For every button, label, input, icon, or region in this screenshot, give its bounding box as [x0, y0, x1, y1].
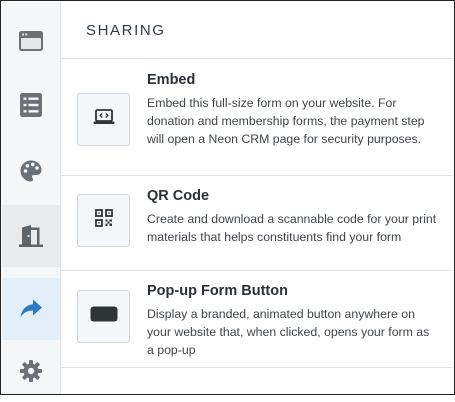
gear-icon	[19, 359, 43, 383]
qr-code-option[interactable]: QR Code Create and download a scannable …	[61, 176, 453, 271]
page-title: SHARING	[86, 22, 166, 39]
sidebar-item-form-fields[interactable]	[2, 74, 60, 136]
button-icon	[90, 306, 118, 327]
qr-code-title: QR Code	[147, 188, 210, 204]
main-panel: SHARING Embed Embed this full-size form …	[61, 2, 453, 393]
share-arrow-icon	[19, 298, 43, 320]
popup-button-option[interactable]: Pop-up Form Button Display a branded, an…	[61, 271, 453, 368]
sidebar	[2, 2, 61, 394]
popup-button-title: Pop-up Form Button	[147, 283, 288, 299]
sidebar-item-sharing[interactable]	[2, 278, 60, 340]
sidebar-item-settings[interactable]	[2, 340, 60, 402]
popup-button-description: Display a branded, animated button anywh…	[147, 307, 430, 357]
embed-title: Embed	[147, 72, 196, 88]
palette-icon	[19, 159, 43, 183]
browser-window-icon	[18, 30, 44, 52]
embed-option[interactable]: Embed Embed this full-size form on your …	[61, 60, 453, 176]
list-icon	[19, 92, 43, 118]
sidebar-item-confirmation[interactable]	[2, 205, 60, 267]
popup-button-icon-box	[77, 290, 130, 343]
sidebar-item-design[interactable]	[2, 140, 60, 202]
qr-code-icon	[94, 209, 113, 232]
embed-description: Embed this full-size form on your websit…	[147, 96, 425, 146]
embed-icon-box	[77, 93, 130, 146]
qr-code-description: Create and download a scannable code for…	[147, 212, 437, 244]
app-frame: SHARING Embed Embed this full-size form …	[0, 0, 455, 395]
sidebar-item-page-settings[interactable]	[2, 10, 60, 72]
panel-header: SHARING	[61, 2, 453, 59]
laptop-code-icon	[93, 109, 115, 130]
door-exit-icon	[18, 224, 44, 248]
qr-code-icon-box	[77, 194, 130, 247]
